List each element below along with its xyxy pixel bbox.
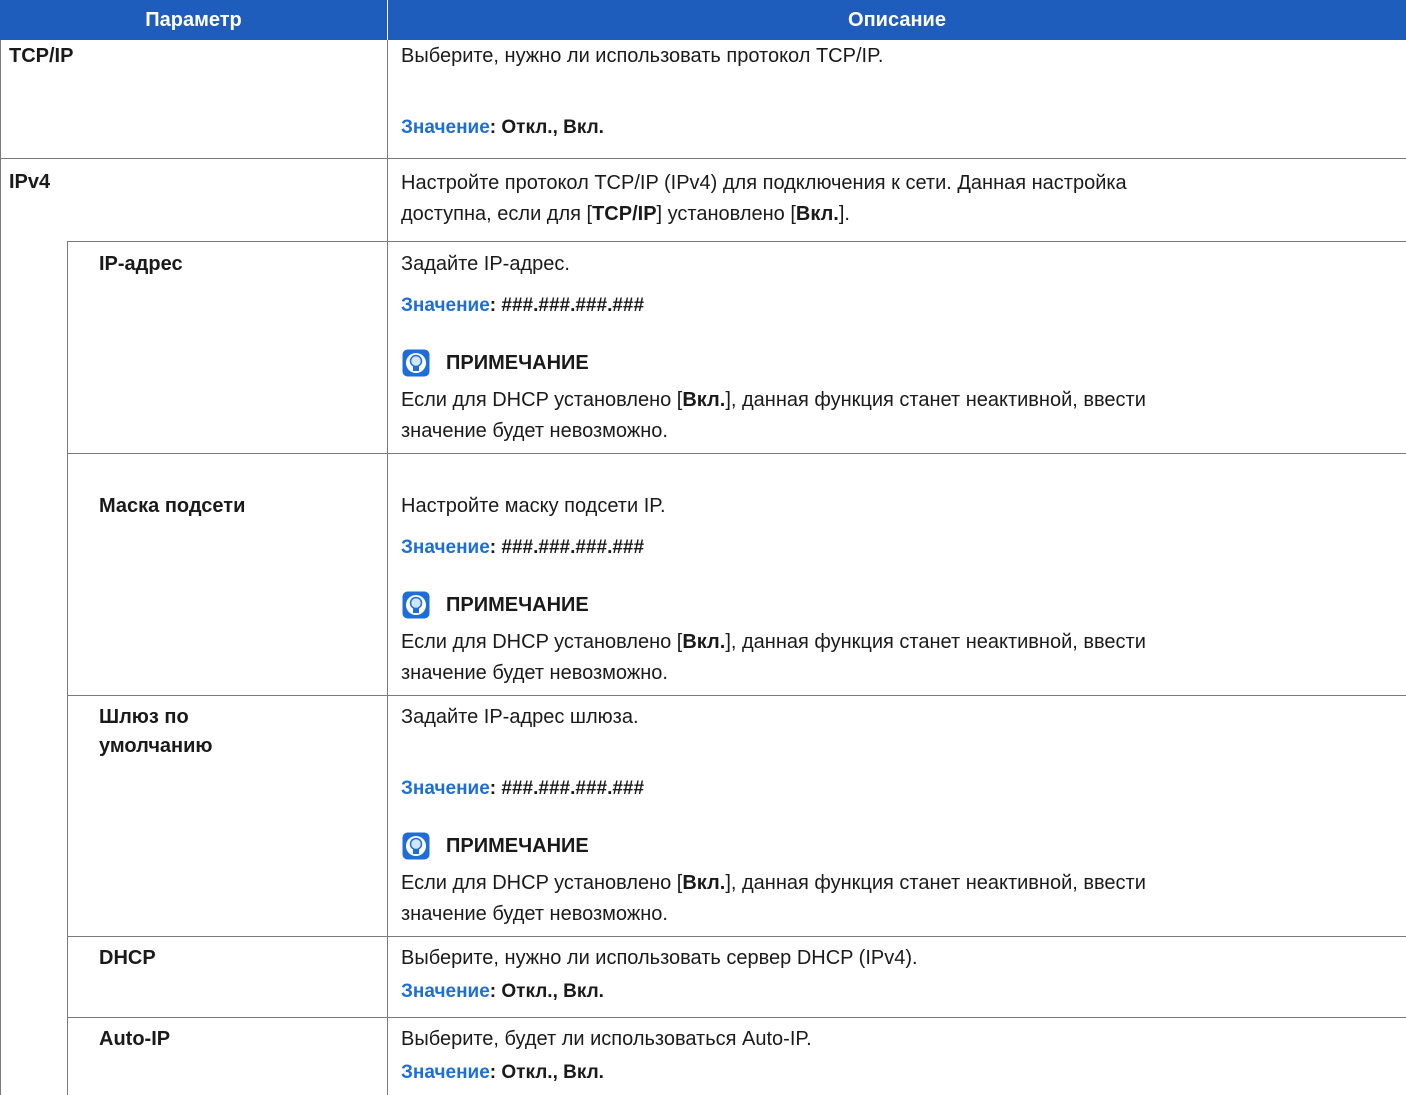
value-ip-address: Значение: ###.###.###.### [401, 295, 645, 316]
note-text-line1: Если для DHCP установлено [Вкл.], данная… [401, 872, 1146, 894]
row-divider [67, 1017, 1406, 1018]
desc-subnet-mask: Настройте маску подсети IP. [401, 495, 666, 517]
note-text-line2: значение будет невозможно. [401, 903, 668, 925]
note-title: ПРИМЕЧАНИЕ [446, 835, 589, 857]
row-divider [67, 936, 1406, 937]
row-divider [0, 158, 1406, 159]
note-text-line1: Если для DHCP установлено [Вкл.], данная… [401, 631, 1146, 653]
value-auto-ip: Значение: Откл., Вкл. [401, 1062, 604, 1083]
lightbulb-note-icon [402, 832, 430, 860]
note-title: ПРИМЕЧАНИЕ [446, 594, 589, 616]
param-tcpip: TCP/IP [9, 45, 74, 67]
left-border [0, 40, 1, 1095]
note-title: ПРИМЕЧАНИЕ [446, 352, 589, 374]
note-text-line2: значение будет невозможно. [401, 420, 668, 442]
param-auto-ip: Auto-IP [99, 1028, 171, 1050]
lightbulb-note-icon [402, 349, 430, 377]
row-divider [67, 241, 1406, 242]
desc-ip-address: Задайте IP-адрес. [401, 253, 570, 275]
settings-table: Параметр Описание TCP/IP Выберите, нужно… [0, 0, 1406, 1095]
header-param: Параметр [0, 0, 387, 40]
desc-gateway: Задайте IP-адрес шлюза. [401, 706, 639, 728]
param-ip-address: IP-адрес [99, 253, 183, 275]
param-subnet-mask: Маска подсети [99, 495, 246, 517]
value-tcpip: Значение: Откл., Вкл. [401, 117, 604, 138]
desc-tcpip: Выберите, нужно ли использовать протокол… [401, 45, 884, 67]
header-description: Описание [388, 0, 1406, 40]
indent-border [67, 241, 68, 1095]
desc-dhcp: Выберите, нужно ли использовать сервер D… [401, 947, 918, 969]
desc-ipv4-line2: доступна, если для [TCP/IP] установлено … [401, 203, 850, 225]
desc-ipv4-line1: Настройте протокол TCP/IP (IPv4) для под… [401, 172, 1127, 194]
note-text-line1: Если для DHCP установлено [Вкл.], данная… [401, 389, 1146, 411]
param-gateway-line2: умолчанию [99, 735, 213, 757]
value-gateway: Значение: ###.###.###.### [401, 778, 645, 799]
note-text-line2: значение будет невозможно. [401, 662, 668, 684]
lightbulb-note-icon [402, 591, 430, 619]
value-subnet-mask: Значение: ###.###.###.### [401, 537, 645, 558]
desc-auto-ip: Выберите, будет ли использоваться Auto-I… [401, 1028, 812, 1050]
param-ipv4: IPv4 [9, 171, 51, 193]
param-dhcp: DHCP [99, 947, 156, 969]
value-dhcp: Значение: Откл., Вкл. [401, 981, 604, 1002]
row-divider [67, 695, 1406, 696]
header-divider [387, 0, 388, 40]
row-divider [67, 453, 1406, 454]
param-gateway-line1: Шлюз по [99, 706, 189, 728]
